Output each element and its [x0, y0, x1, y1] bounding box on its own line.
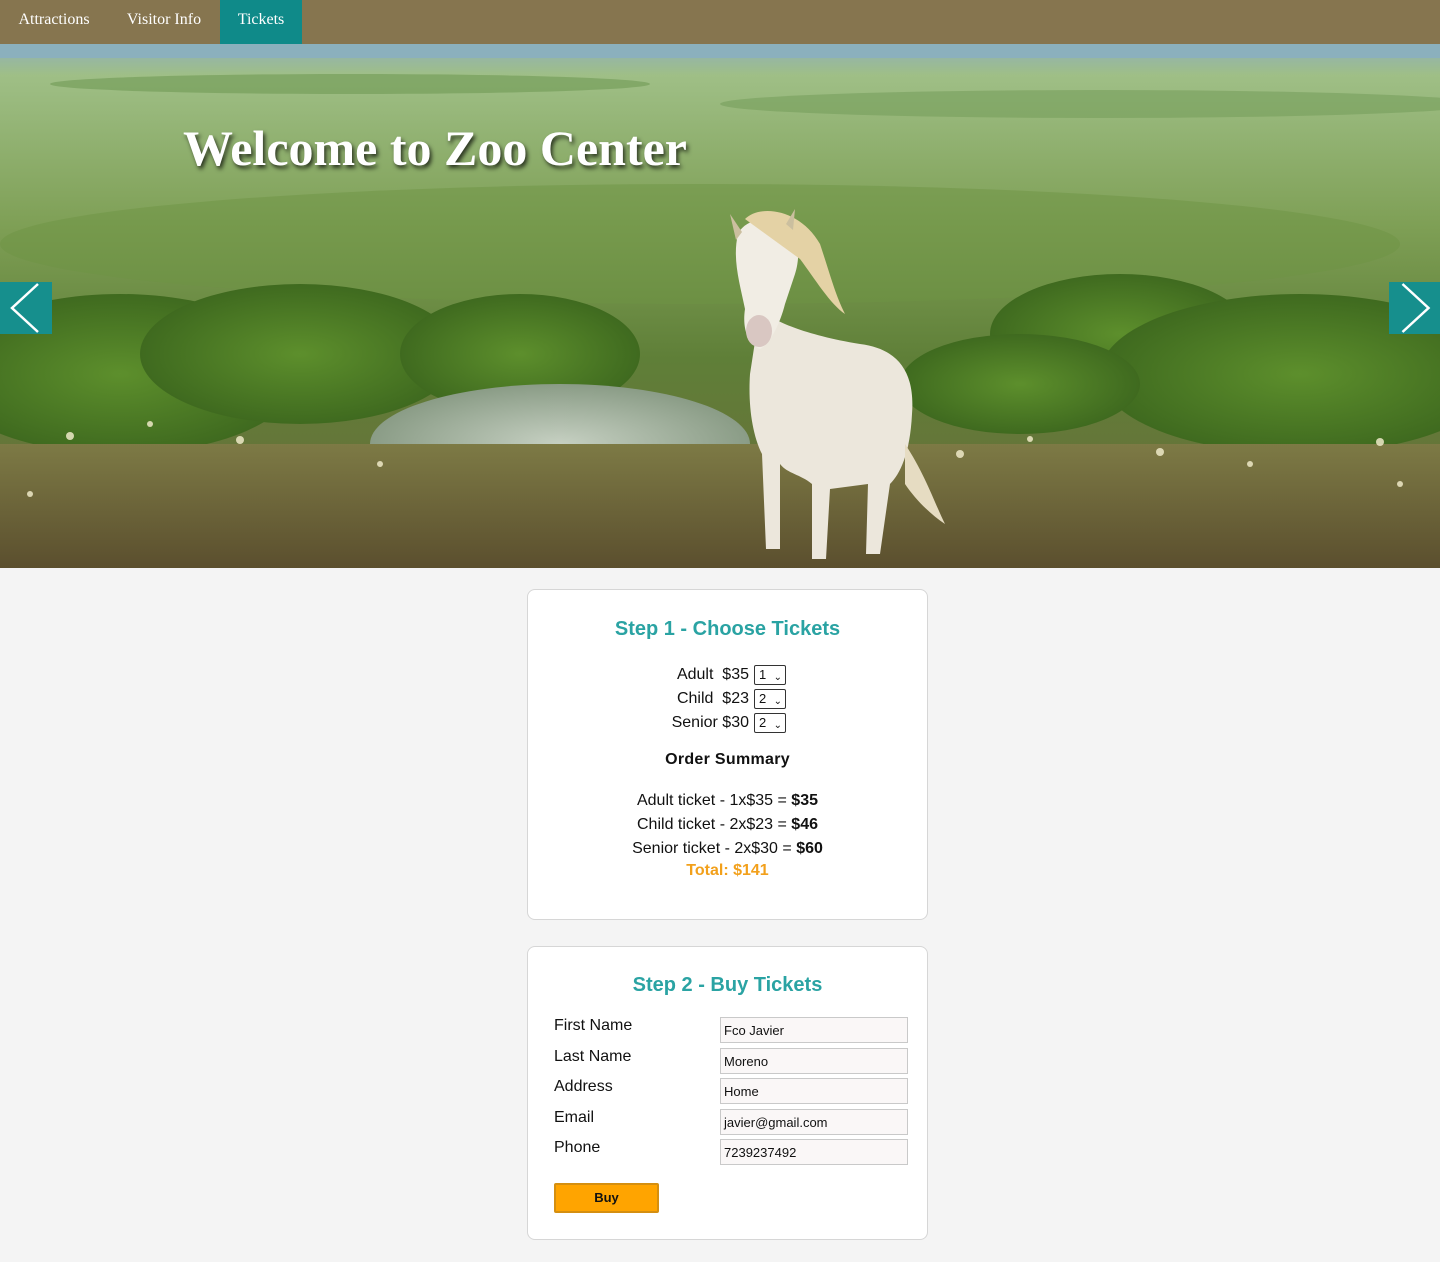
form-row-address: Address Home	[528, 1078, 927, 1106]
hero-title: Welcome to Zoo Center	[183, 120, 688, 176]
chevron-right-icon	[1401, 283, 1431, 333]
hero-slideshow: Welcome to Zoo Center	[0, 44, 1440, 568]
nav-item-tickets[interactable]: Tickets	[220, 0, 302, 44]
chevron-down-icon: ⌄	[773, 696, 782, 707]
form-row-last-name: Last Name Moreno	[528, 1048, 927, 1076]
ticket-label: Adult $35	[676, 666, 749, 683]
chevron-down-icon: ⌄	[773, 720, 782, 731]
chevron-left-icon	[10, 283, 39, 333]
summary-amount: $35	[791, 792, 818, 809]
summary-text: Child ticket - 2x$23 =	[637, 816, 792, 833]
email-input[interactable]: javier@gmail.com	[720, 1109, 908, 1135]
summary-amount: $46	[791, 816, 818, 833]
top-navigation: Attractions Visitor Info Tickets	[0, 0, 1440, 44]
child-quantity-select[interactable]: 2 ⌄	[754, 689, 786, 709]
summary-text: Senior ticket - 2x$30 =	[632, 840, 797, 857]
first-name-label: First Name	[554, 1017, 633, 1034]
chevron-down-icon: ⌄	[773, 672, 782, 683]
address-input[interactable]: Home	[720, 1078, 908, 1104]
ticket-label: Senior $30	[671, 714, 749, 731]
ticket-row-adult: Adult $35 1 ⌄	[528, 664, 927, 688]
select-value: 2	[759, 715, 767, 730]
nav-item-attractions[interactable]: Attractions	[0, 0, 108, 44]
step1-heading: Step 1 - Choose Tickets	[614, 618, 841, 640]
phone-input[interactable]: 7239237492	[720, 1139, 908, 1165]
phone-label: Phone	[554, 1139, 601, 1156]
form-row-email: Email javier@gmail.com	[528, 1109, 927, 1137]
last-name-label: Last Name	[554, 1048, 632, 1065]
summary-line-child: Child ticket - 2x$23 = $46	[528, 816, 927, 834]
summary-amount: $60	[796, 840, 823, 857]
slideshow-next-button[interactable]	[1389, 282, 1440, 334]
ticket-row-child: Child $23 2 ⌄	[528, 688, 927, 712]
form-row-first-name: First Name Fco Javier	[528, 1017, 927, 1045]
choose-tickets-card: Step 1 - Choose Tickets Adult $35 1 ⌄ Ch…	[527, 589, 928, 920]
summary-line-senior: Senior ticket - 2x$30 = $60	[528, 840, 927, 858]
ticket-row-senior: Senior $30 2 ⌄	[528, 712, 927, 736]
nav-item-visitor-info[interactable]: Visitor Info	[108, 0, 220, 44]
summary-line-adult: Adult ticket - 1x$35 = $35	[528, 792, 927, 810]
ticket-label: Child $23	[676, 690, 749, 707]
slideshow-prev-button[interactable]	[0, 282, 52, 334]
order-total: Total: $141	[686, 862, 769, 879]
form-row-phone: Phone 7239237492	[528, 1139, 927, 1167]
first-name-input[interactable]: Fco Javier	[720, 1017, 908, 1043]
last-name-input[interactable]: Moreno	[720, 1048, 908, 1074]
email-label: Email	[554, 1109, 595, 1126]
select-value: 1	[759, 667, 767, 682]
order-summary-heading: Order Summary	[665, 751, 790, 768]
summary-text: Adult ticket - 1x$35 =	[636, 792, 792, 809]
senior-quantity-select[interactable]: 2 ⌄	[754, 713, 786, 733]
buy-tickets-card: Step 2 - Buy Tickets First Name Fco Javi…	[527, 946, 928, 1240]
buy-button[interactable]: Buy	[554, 1183, 659, 1213]
adult-quantity-select[interactable]: 1 ⌄	[754, 665, 786, 685]
select-value: 2	[759, 691, 767, 706]
address-label: Address	[554, 1078, 613, 1095]
step2-heading: Step 2 - Buy Tickets	[632, 974, 823, 996]
